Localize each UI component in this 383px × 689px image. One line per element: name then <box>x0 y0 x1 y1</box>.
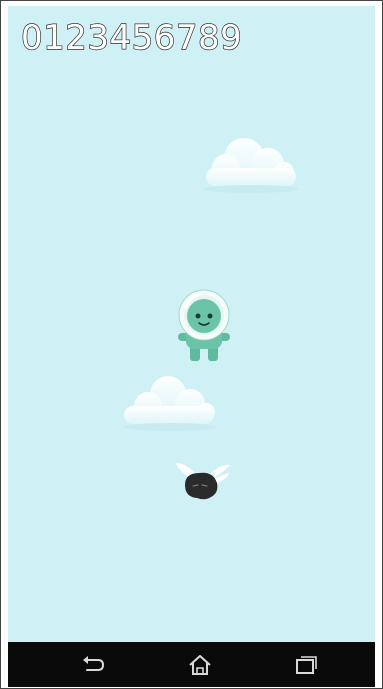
cloud-lower <box>124 376 216 431</box>
recent-apps-button[interactable] <box>288 650 324 680</box>
back-icon <box>83 656 105 671</box>
recent-apps-icon <box>296 656 317 674</box>
game-canvas[interactable]: 0123456789 <box>8 6 375 642</box>
back-button[interactable] <box>76 650 112 680</box>
cloud-upper <box>203 138 299 193</box>
home-icon <box>189 655 211 675</box>
alien-astronaut-character <box>178 289 230 361</box>
home-button[interactable] <box>182 650 218 680</box>
android-navigation-bar <box>8 642 375 687</box>
black-winged-blob <box>176 463 230 500</box>
score-counter: 0123456789 <box>20 17 243 58</box>
